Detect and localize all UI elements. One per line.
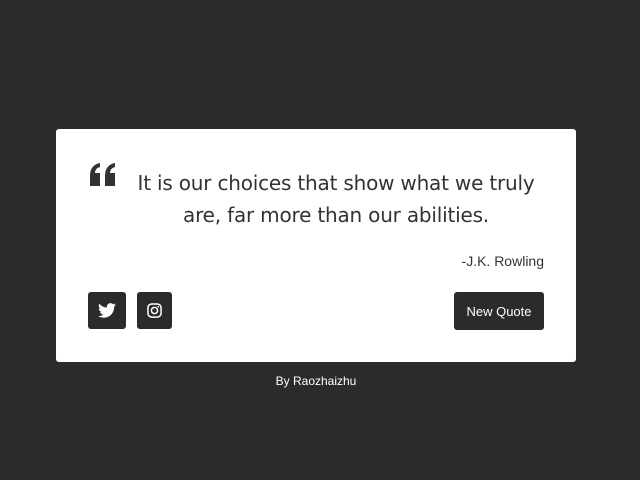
page: It is our choices that show what we trul…: [0, 0, 640, 480]
quote-text: It is our choices that show what we trul…: [137, 171, 535, 227]
tweet-quote-button[interactable]: [88, 292, 126, 329]
instagram-icon: [147, 303, 162, 318]
new-quote-button[interactable]: New Quote: [454, 292, 544, 330]
author-credit: By Raozhaizhu: [275, 374, 357, 388]
quote-left-icon: [90, 163, 115, 186]
quote-author: -J.K. Rowling: [461, 253, 544, 269]
twitter-icon: [98, 303, 116, 318]
instagram-button[interactable]: [137, 292, 172, 329]
quote-box: It is our choices that show what we trul…: [56, 129, 576, 362]
